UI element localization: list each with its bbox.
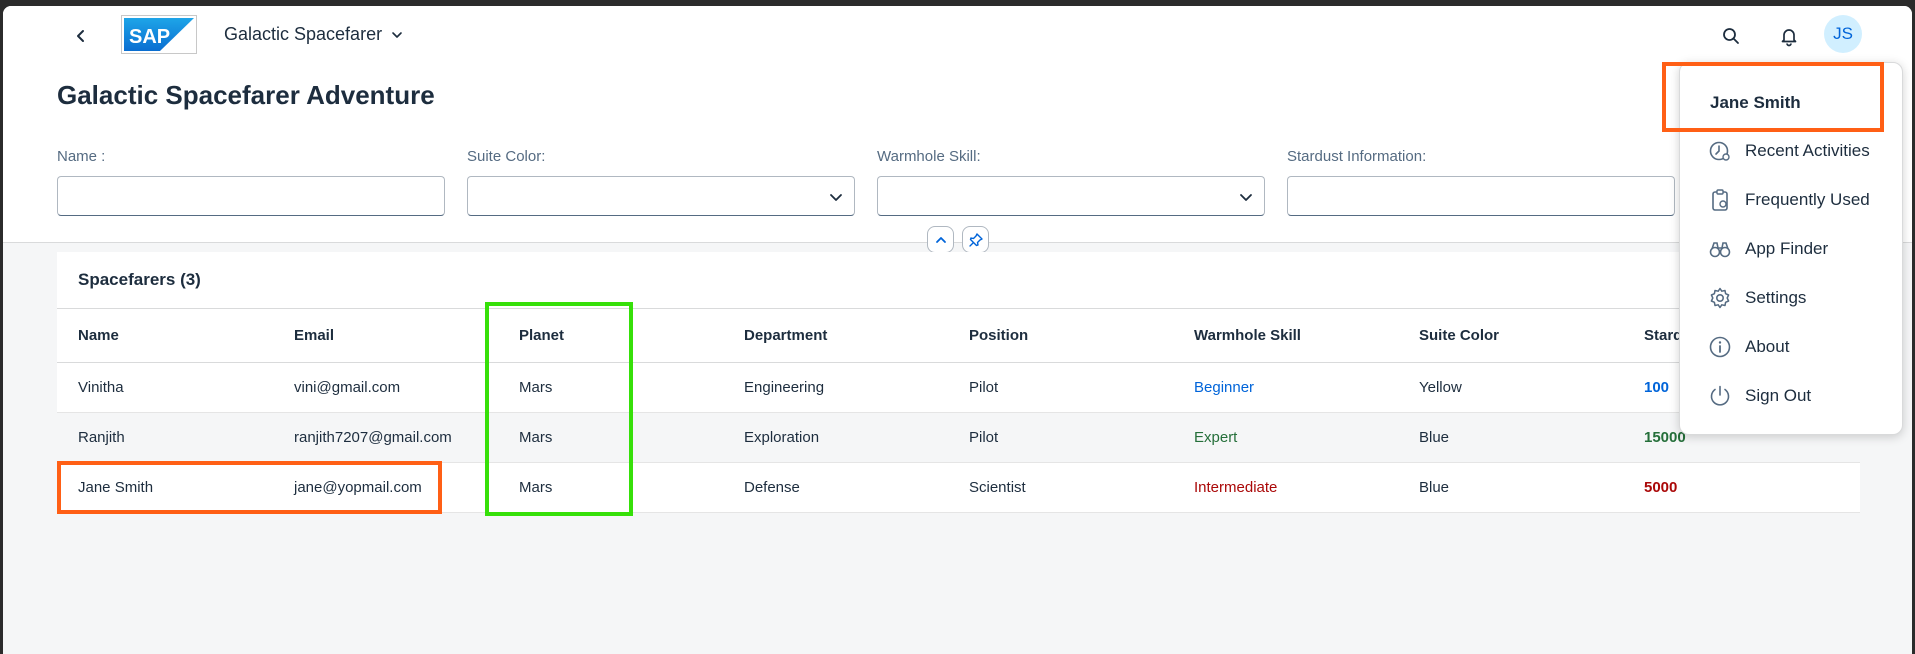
filter-name: Name : xyxy=(57,148,445,216)
pin-icon xyxy=(968,232,983,247)
search-icon xyxy=(1723,28,1739,44)
column-header-suite-color[interactable]: Suite Color xyxy=(1398,327,1623,344)
avatar-initials: JS xyxy=(1833,24,1853,43)
suite-color-select[interactable] xyxy=(467,176,855,216)
collapse-header-button[interactable] xyxy=(927,226,954,253)
app-title: Galactic Spacefarer xyxy=(224,24,383,44)
cell-warmhole-skill: Intermediate xyxy=(1194,479,1278,496)
cell-position: Pilot xyxy=(969,379,999,396)
menu-item-label: Sign Out xyxy=(1745,386,1812,405)
cell-email: ranjith7207@gmail.com xyxy=(294,429,452,446)
cell-department: Engineering xyxy=(744,379,825,396)
power-icon xyxy=(1710,385,1730,406)
menu-item-recent-activities[interactable]: Recent Activities xyxy=(1680,129,1902,173)
back-button[interactable] xyxy=(69,24,93,48)
column-header-email[interactable]: Email xyxy=(273,327,498,344)
menu-item-label: Settings xyxy=(1745,288,1807,307)
chevron-left-icon xyxy=(77,30,84,42)
cell-planet: Mars xyxy=(519,379,553,396)
cell-suite-color: Blue xyxy=(1419,429,1450,446)
logo-text: SAP xyxy=(129,26,170,48)
cell-planet: Mars xyxy=(519,479,553,496)
user-menu-name: Jane Smith xyxy=(1710,93,1801,112)
table-header-row: Name Email Planet Department Position Wa… xyxy=(57,309,1860,363)
filter-warmhole-skill-label: Warmhole Skill: xyxy=(877,148,981,165)
cell-name: Ranjith xyxy=(78,429,125,446)
filter-name-label: Name : xyxy=(57,148,106,165)
user-menu: Jane Smith Recent Activities Frequently … xyxy=(1679,62,1903,435)
cell-email: vini@gmail.com xyxy=(294,379,401,396)
menu-item-sign-out[interactable]: Sign Out xyxy=(1680,374,1902,418)
cell-position: Scientist xyxy=(969,479,1026,496)
shell-bar: SAP Galactic Spacefarer JS xyxy=(3,6,1912,62)
cell-name: Vinitha xyxy=(78,379,124,396)
avatar[interactable]: JS xyxy=(1824,15,1862,53)
info-icon xyxy=(1709,336,1731,358)
filter-stardust-information: Stardust Information: xyxy=(1287,148,1675,216)
page-header: Galactic Spacefarer Adventure Name : Sui… xyxy=(3,62,1912,253)
frequently-used-icon xyxy=(1712,189,1728,211)
gear-icon xyxy=(1710,287,1730,309)
menu-item-frequently-used[interactable]: Frequently Used xyxy=(1680,178,1902,222)
cell-name: Jane Smith xyxy=(78,479,154,496)
cell-department: Exploration xyxy=(744,429,820,446)
cell-warmhole-skill: Beginner xyxy=(1194,379,1255,396)
cell-stardust: 5000 xyxy=(1644,479,1678,496)
page-title: Galactic Spacefarer Adventure xyxy=(57,80,435,110)
cell-email: jane@yopmail.com xyxy=(294,479,422,496)
filter-stardust-label: Stardust Information: xyxy=(1287,148,1427,165)
menu-item-app-finder[interactable]: App Finder xyxy=(1680,227,1902,271)
filter-suite-color: Suite Color: xyxy=(467,148,855,216)
pin-header-button[interactable] xyxy=(962,226,989,253)
cell-warmhole-skill: Expert xyxy=(1194,429,1238,446)
cell-position: Pilot xyxy=(969,429,999,446)
search-button[interactable] xyxy=(1719,24,1743,48)
sap-logo[interactable]: SAP xyxy=(121,15,197,54)
app-title-menu[interactable]: Galactic Spacefarer xyxy=(224,24,404,45)
notifications-button[interactable] xyxy=(1777,24,1801,48)
app-finder-icon xyxy=(1709,242,1731,258)
cell-suite-color: Blue xyxy=(1419,479,1450,496)
cell-suite-color: Yellow xyxy=(1419,379,1462,396)
table-row[interactable]: Vinitha vini@gmail.com Mars Engineering … xyxy=(57,363,1860,413)
column-header-position[interactable]: Position xyxy=(948,327,1173,344)
spacefarers-table: Spacefarers (3) Name Email Planet Depart… xyxy=(57,252,1860,513)
menu-item-settings[interactable]: Settings xyxy=(1680,276,1902,320)
table-row[interactable]: Jane Smith jane@yopmail.com Mars Defense… xyxy=(57,463,1860,513)
chevron-down-icon xyxy=(1240,194,1252,201)
chevron-down-icon xyxy=(830,194,842,201)
header-toggle-bar xyxy=(927,226,989,253)
cell-planet: Mars xyxy=(519,429,553,446)
stardust-information-input[interactable] xyxy=(1287,176,1675,216)
cell-department: Defense xyxy=(744,479,800,496)
menu-item-label: Recent Activities xyxy=(1745,141,1870,160)
menu-item-label: App Finder xyxy=(1745,239,1829,258)
table-title: Spacefarers (3) xyxy=(57,252,1860,309)
app-window: SAP Galactic Spacefarer JS Galactic Spac… xyxy=(3,6,1912,654)
column-header-department[interactable]: Department xyxy=(723,327,948,344)
table-row[interactable]: Ranjith ranjith7207@gmail.com Mars Explo… xyxy=(57,413,1860,463)
recent-activities-icon xyxy=(1709,141,1730,161)
menu-item-about[interactable]: About xyxy=(1680,325,1902,369)
column-header-planet[interactable]: Planet xyxy=(498,327,723,344)
column-header-warmhole-skill[interactable]: Warmhole Skill xyxy=(1173,327,1398,344)
menu-item-label: Frequently Used xyxy=(1745,190,1870,209)
bell-icon xyxy=(1781,29,1797,47)
warmhole-skill-select[interactable] xyxy=(877,176,1265,216)
name-input[interactable] xyxy=(57,176,445,216)
chevron-down-icon xyxy=(392,31,402,38)
filter-suite-color-label: Suite Color: xyxy=(467,148,546,165)
filter-warmhole-skill: Warmhole Skill: xyxy=(877,148,1265,216)
menu-item-label: About xyxy=(1745,337,1790,356)
column-header-name[interactable]: Name xyxy=(57,327,273,344)
chevron-up-icon xyxy=(935,236,946,243)
